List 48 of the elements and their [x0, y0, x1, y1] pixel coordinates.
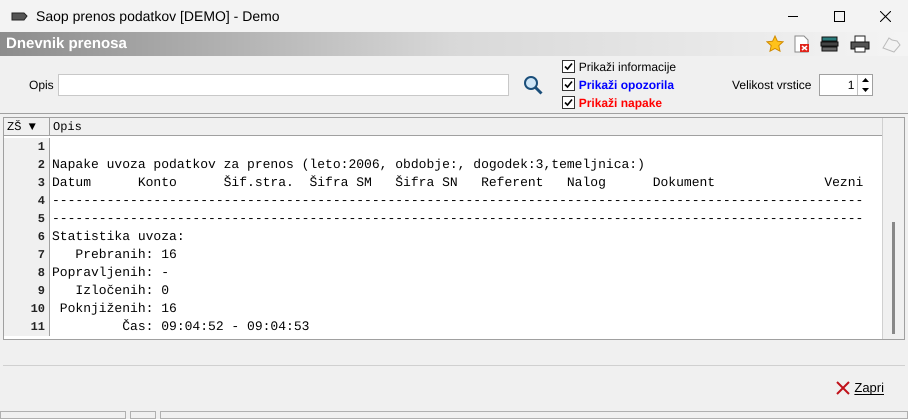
window-title: Saop prenos podatkov [DEMO] - Demo: [36, 6, 280, 26]
line-number: 5: [4, 210, 50, 228]
column-header[interactable]: Opis: [50, 118, 882, 135]
log-line: --------------------------------------------------------------------------------------------------------: [51, 210, 864, 228]
row-size-spinner[interactable]: 1: [819, 74, 874, 96]
checkbox[interactable]: [562, 96, 575, 109]
checkbox[interactable]: [562, 78, 575, 91]
status-panel: [130, 411, 156, 419]
stack-icon[interactable]: [820, 35, 840, 53]
line-number: 8: [4, 264, 50, 282]
log-line: Statistika uvoza:: [51, 228, 185, 246]
line-number: 3: [4, 174, 50, 192]
line-number: 7: [4, 246, 50, 264]
description-field[interactable]: [58, 74, 509, 96]
close-icon: [880, 10, 890, 22]
checkbox-label[interactable]: Prikaži informacije: [578, 58, 676, 76]
log-line: Datum Konto Šif.stra. Šifra SM Šifra SN Referent Nalog Dokument Vezni: [51, 174, 864, 192]
line-number: 2: [4, 156, 50, 174]
field-label: Opis: [29, 76, 54, 94]
printer-icon[interactable]: [850, 35, 870, 53]
line-number: 1: [4, 138, 50, 156]
checkbox[interactable]: [562, 60, 575, 73]
close-window-button[interactable]: Zapri: [833, 378, 886, 398]
scrollbar-thumb[interactable]: [892, 222, 895, 334]
log-line: Čas: 09:04:52 - 09:04:53: [121, 318, 310, 336]
close-icon: [835, 380, 852, 396]
line-number: 6: [4, 228, 50, 246]
panel-title: Dnevnik prenosa: [6, 34, 127, 54]
line-number: 10: [4, 300, 50, 318]
log-line: --------------------------------------------------------------------------------------------------------: [51, 192, 864, 210]
checkbox-label[interactable]: Prikaži napake: [578, 94, 662, 112]
star-icon[interactable]: [766, 35, 784, 53]
line-number: 11: [4, 318, 50, 336]
log-line: Izločenih: 0: [74, 282, 170, 300]
scrollbar[interactable]: [882, 118, 904, 339]
document-delete-icon[interactable]: [794, 35, 810, 53]
log-line: Napake uvoza podatkov za prenos (leto:2006, obdobje:, dogodek:3,temeljnica:): [51, 156, 645, 174]
checkbox-label[interactable]: Prikaži opozorila: [578, 76, 674, 94]
log-line: Popravljenih: -: [51, 264, 170, 282]
app-icon: [10, 10, 28, 22]
search-icon[interactable]: [522, 74, 543, 94]
log-line: Prebranih: 16: [74, 246, 177, 264]
row-size-label: Velikost vrstice: [732, 76, 812, 94]
maximize-icon: [834, 10, 844, 22]
line-number: 4: [4, 192, 50, 210]
log-line: Poknjiženih: 16: [58, 300, 177, 318]
line-number: 9: [4, 282, 50, 300]
column-header[interactable]: ZŠ ▼: [4, 118, 50, 135]
